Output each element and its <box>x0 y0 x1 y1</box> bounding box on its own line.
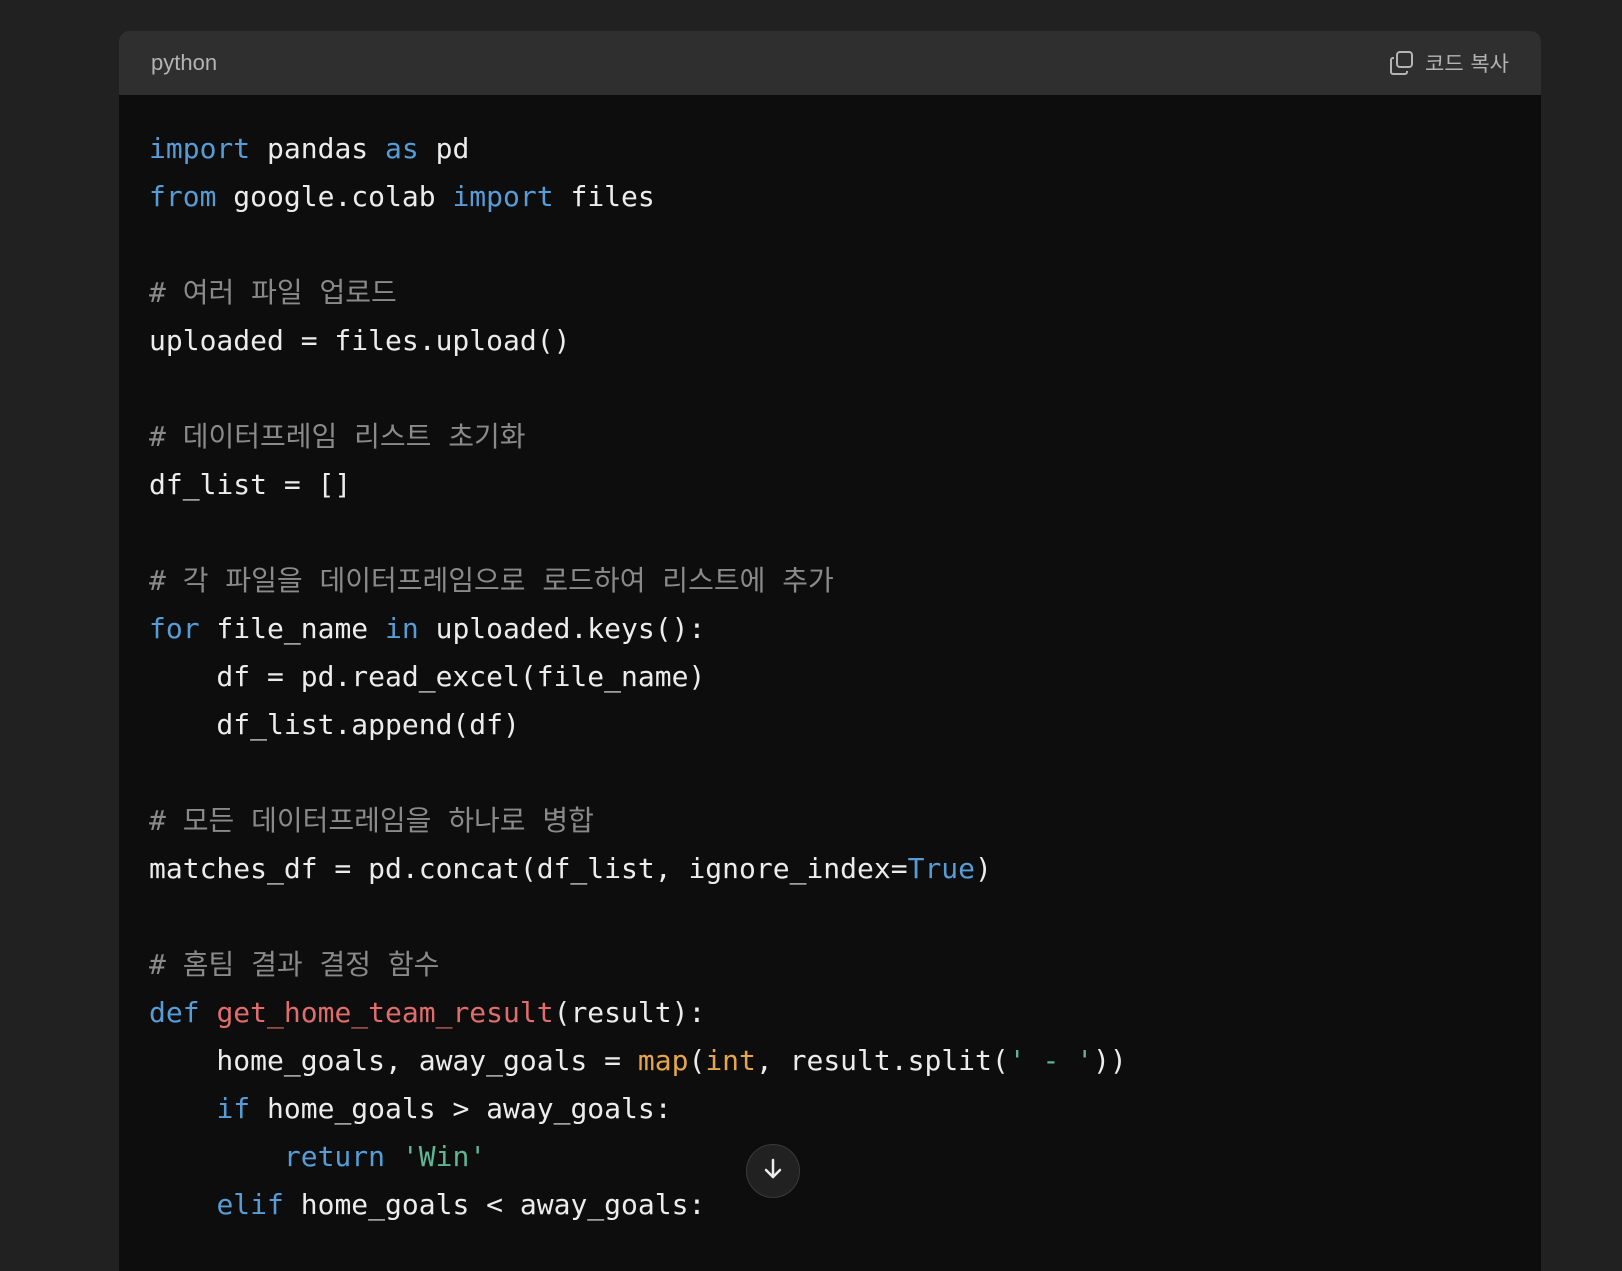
code-token: # 여러 파일 업로드 <box>149 276 397 309</box>
code-token: home_goals, away_goals = <box>149 1044 638 1077</box>
code-content[interactable]: import pandas as pd from google.colab imp… <box>149 125 1511 1229</box>
code-token: # 각 파일을 데이터프레임으로 로드하여 리스트에 추가 <box>149 564 834 597</box>
code-token: elif <box>216 1188 284 1221</box>
code-line: home_goals, away_goals = map(int, result… <box>149 1037 1511 1085</box>
code-token: in <box>385 612 419 645</box>
code-body[interactable]: import pandas as pd from google.colab imp… <box>119 95 1541 1229</box>
code-token: df_list = [] <box>149 468 352 501</box>
code-token: # 모든 데이터프레임을 하나로 병합 <box>149 804 594 837</box>
code-line: import pandas as pd <box>149 125 1511 173</box>
copy-code-button[interactable]: 코드 복사 <box>1389 48 1509 78</box>
code-token: for <box>149 612 200 645</box>
code-line: elif home_goals < away_goals: <box>149 1181 1511 1229</box>
code-block: python 코드 복사 import pandas as pd from goo… <box>119 31 1541 1271</box>
code-line: def get_home_team_result(result): <box>149 989 1511 1037</box>
language-label: python <box>151 50 218 75</box>
scroll-to-bottom-button[interactable] <box>746 1144 800 1198</box>
code-line: df_list.append(df) <box>149 701 1511 749</box>
code-token: import <box>149 132 251 165</box>
code-token: # 데이터프레임 리스트 초기화 <box>149 420 526 453</box>
code-line: df = pd.read_excel(file_name) <box>149 653 1511 701</box>
code-token: as <box>385 132 419 165</box>
code-token: home_goals > away_goals: <box>250 1092 672 1125</box>
code-token: file_name <box>199 612 386 645</box>
code-token: google.colab <box>216 180 453 213</box>
code-line: # 홈팀 결과 결정 함수 <box>149 941 1511 989</box>
code-token: ( <box>688 1044 706 1077</box>
code-token: )) <box>1093 1044 1127 1077</box>
code-line: return 'Win' <box>149 1133 1511 1181</box>
code-line: # 각 파일을 데이터프레임으로 로드하여 리스트에 추가 <box>149 557 1511 605</box>
code-token: uploaded = files.upload() <box>149 324 571 357</box>
code-token: , result.split( <box>755 1044 1009 1077</box>
code-line: matches_df = pd.concat(df_list, ignore_i… <box>149 845 1511 893</box>
code-line: from google.colab import files <box>149 173 1511 221</box>
code-token: matches_df = pd.concat(df_list, ignore_i… <box>149 852 908 885</box>
code-token: # 홈팀 결과 결정 함수 <box>149 948 440 981</box>
code-token: ) <box>975 852 992 885</box>
code-token: True <box>907 852 976 885</box>
copy-code-label: 코드 복사 <box>1425 52 1509 76</box>
code-token: ' - ' <box>1008 1044 1094 1077</box>
code-token: get_home_team_result <box>216 996 554 1029</box>
arrow-down-icon <box>760 1156 786 1186</box>
code-token: uploaded.keys(): <box>418 612 706 645</box>
code-token: files <box>553 180 655 213</box>
code-line: uploaded = files.upload() <box>149 317 1511 365</box>
copy-icon <box>1389 50 1415 76</box>
code-token: return <box>283 1140 386 1173</box>
code-token: home_goals < away_goals: <box>283 1188 706 1221</box>
code-line: # 데이터프레임 리스트 초기화 <box>149 413 1511 461</box>
code-line: if home_goals > away_goals: <box>149 1085 1511 1133</box>
code-token: df_list.append(df) <box>149 708 520 741</box>
code-token: pandas <box>250 132 386 165</box>
code-token: map <box>637 1044 689 1077</box>
code-token: df = pd.read_excel(file_name) <box>149 660 706 693</box>
code-line: # 여러 파일 업로드 <box>149 269 1511 317</box>
code-token: from <box>149 180 217 213</box>
code-token: int <box>705 1044 756 1077</box>
code-block-header: python 코드 복사 <box>119 31 1541 95</box>
code-token: import <box>452 180 554 213</box>
code-token: def <box>149 996 200 1029</box>
code-line: # 모든 데이터프레임을 하나로 병합 <box>149 797 1511 845</box>
code-line: df_list = [] <box>149 461 1511 509</box>
code-line: for file_name in uploaded.keys(): <box>149 605 1511 653</box>
code-token: 'Win' <box>401 1140 487 1173</box>
code-token: if <box>216 1092 251 1125</box>
code-token: pd <box>418 132 470 165</box>
code-token: (result): <box>553 996 706 1029</box>
